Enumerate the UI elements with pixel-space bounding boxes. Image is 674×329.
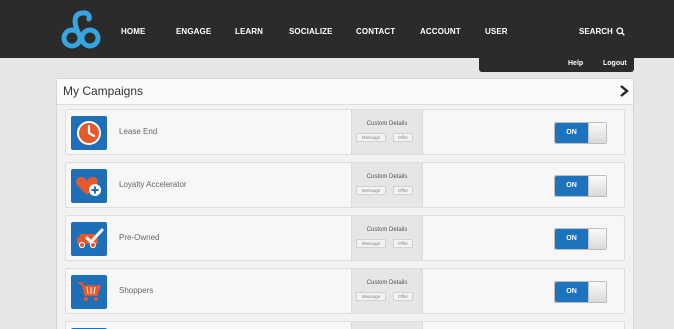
nav-contact[interactable]: CONTACT xyxy=(356,27,395,36)
message-button[interactable]: Message xyxy=(356,133,386,142)
toggle-knob xyxy=(588,176,606,196)
custom-details: Custom Details Message Offer xyxy=(351,216,423,260)
custom-details: Custom Details Message Offer xyxy=(351,163,423,207)
brand-logo[interactable] xyxy=(60,10,102,50)
campaign-name: Shoppers xyxy=(119,286,154,295)
toggle-on-label: ON xyxy=(555,176,588,196)
custom-details: Custom Details Message Offer xyxy=(351,110,423,154)
toggle-on-label: ON xyxy=(555,229,588,249)
campaign-toggle[interactable]: ON xyxy=(554,175,607,197)
nav-engage[interactable]: ENGAGE xyxy=(176,27,211,36)
campaign-toggle[interactable]: ON xyxy=(554,228,607,250)
custom-details xyxy=(351,322,423,329)
top-nav-bar: HOME ENGAGE LEARN SOCIALIZE CONTACT ACCO… xyxy=(0,0,674,58)
campaign-row-shoppers[interactable]: Shoppers Custom Details Message Offer ON xyxy=(65,268,625,314)
campaign-row-lease-end[interactable]: Lease End Custom Details Message Offer O… xyxy=(65,109,625,155)
logout-link[interactable]: Logout xyxy=(603,60,627,67)
cart-icon xyxy=(71,275,107,309)
nav-socialize[interactable]: SOCIALIZE xyxy=(289,27,333,36)
campaign-name: Pre-Owned xyxy=(119,233,160,242)
offer-button[interactable]: Offer xyxy=(393,292,413,301)
campaign-toggle[interactable]: ON xyxy=(554,281,607,303)
chevron-right-icon[interactable] xyxy=(617,83,631,99)
message-button[interactable]: Message xyxy=(356,292,386,301)
custom-details-title: Custom Details xyxy=(366,280,408,286)
clock-icon xyxy=(71,116,107,150)
nav-home[interactable]: HOME xyxy=(121,27,145,36)
campaign-row-partial[interactable] xyxy=(65,321,625,329)
message-button[interactable]: Message xyxy=(356,186,386,195)
custom-details-title: Custom Details xyxy=(366,227,408,233)
custom-details-title: Custom Details xyxy=(366,174,408,180)
offer-button[interactable]: Offer xyxy=(393,239,413,248)
heart-plus-icon xyxy=(71,169,107,203)
campaign-name: Lease End xyxy=(119,127,158,136)
campaigns-header: My Campaigns xyxy=(57,79,633,105)
car-check-icon xyxy=(71,222,107,256)
toggle-knob xyxy=(588,229,606,249)
campaign-name: Loyalty Accelerator xyxy=(119,180,187,189)
campaign-toggle[interactable]: ON xyxy=(554,122,607,144)
toggle-knob xyxy=(588,123,606,143)
campaigns-card: My Campaigns Lease End Custom Details Me… xyxy=(56,78,634,329)
nav-user[interactable]: USER xyxy=(485,27,508,36)
nav-learn[interactable]: LEARN xyxy=(235,27,263,36)
nav-search-label: SEARCH xyxy=(579,27,613,36)
search-icon xyxy=(616,27,625,36)
help-link[interactable]: Help xyxy=(568,60,583,67)
custom-details: Custom Details Message Offer xyxy=(351,269,423,313)
custom-details-title: Custom Details xyxy=(366,121,408,127)
toggle-on-label: ON xyxy=(555,123,588,143)
campaign-row-loyalty-accelerator[interactable]: Loyalty Accelerator Custom Details Messa… xyxy=(65,162,625,208)
message-button[interactable]: Message xyxy=(356,239,386,248)
offer-button[interactable]: Offer xyxy=(393,133,413,142)
toggle-knob xyxy=(588,282,606,302)
page-title: My Campaigns xyxy=(63,84,144,98)
campaign-row-pre-owned[interactable]: Pre-Owned Custom Details Message Offer O… xyxy=(65,215,625,261)
nav-search[interactable]: SEARCH xyxy=(579,27,625,36)
offer-button[interactable]: Offer xyxy=(393,186,413,195)
toggle-on-label: ON xyxy=(555,282,588,302)
nav-account[interactable]: ACCOUNT xyxy=(420,27,461,36)
